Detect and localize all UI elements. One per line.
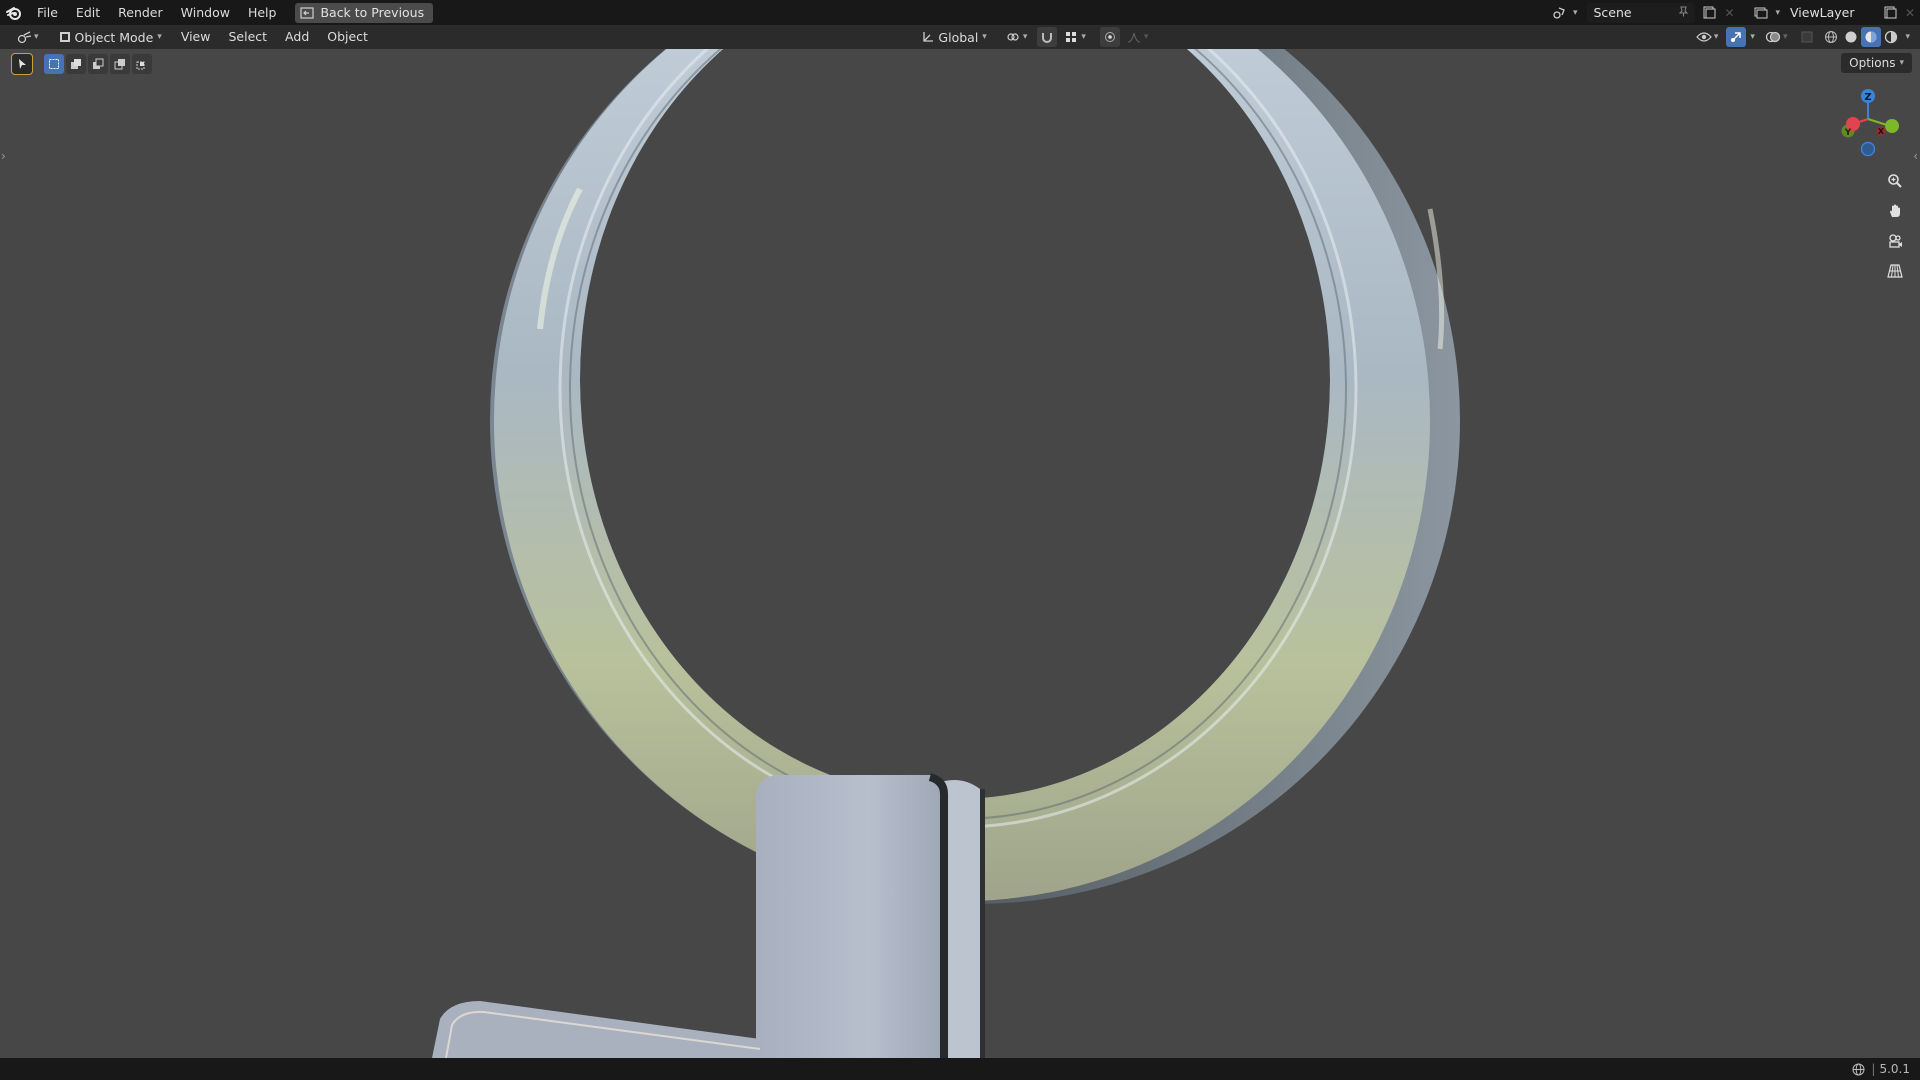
chevron-down-icon: ▾ — [34, 32, 39, 42]
snap-target-dropdown[interactable]: ▾ — [1057, 27, 1090, 47]
chevron-down-icon: ▾ — [1081, 32, 1086, 42]
scene-render — [432, 49, 1460, 1058]
status-divider: | — [1871, 1062, 1876, 1076]
options-dropdown[interactable]: Options ▾ — [1841, 53, 1912, 73]
chevron-down-icon: ▾ — [1143, 32, 1149, 42]
transform-orientation-label: Global — [938, 29, 979, 45]
chevron-down-icon: ▾ — [1899, 58, 1904, 68]
gizmo-dropdown-chevron-icon[interactable]: ▾ — [1750, 32, 1755, 42]
gizmo-x-label: X — [1878, 127, 1885, 136]
menu-add[interactable]: Add — [276, 26, 318, 48]
rendered-shading-icon[interactable] — [1881, 27, 1901, 47]
gizmo-z-label: Z — [1864, 92, 1871, 103]
pivot-point-icon — [1003, 27, 1023, 47]
menu-window[interactable]: Window — [172, 2, 239, 24]
transform-orientation-dropdown[interactable]: Global ▾ — [914, 27, 990, 47]
chevron-down-icon: ▾ — [1713, 32, 1719, 42]
mode-dropdown[interactable]: Object Mode ▾ — [51, 27, 166, 47]
new-view-layer-icon[interactable] — [1880, 3, 1900, 23]
pin-icon[interactable] — [1678, 5, 1689, 20]
back-icon — [300, 6, 315, 19]
top-bar: File Edit Render Window Help Back to Previou… — [0, 0, 1920, 25]
back-to-previous-button[interactable]: Back to Previous — [295, 2, 434, 23]
snap-toggle-icon[interactable] — [1037, 27, 1058, 47]
select-extend-icon — [71, 59, 81, 69]
pan-hand-icon[interactable] — [1882, 198, 1908, 224]
navigation-gizmo[interactable]: Z Y X — [1836, 79, 1906, 159]
options-label: Options — [1849, 56, 1896, 70]
overlays-dropdown-chevron-icon[interactable]: ▾ — [1783, 32, 1788, 42]
globe-icon — [1852, 1063, 1865, 1076]
xray-toggle-icon[interactable] — [1797, 27, 1817, 47]
editor-type-button[interactable]: ▾ — [10, 27, 43, 47]
menu-object[interactable]: Object — [318, 26, 377, 48]
menu-select[interactable]: Select — [219, 26, 276, 48]
menu-view[interactable]: View — [172, 26, 220, 48]
falloff-curve-icon — [1124, 27, 1144, 47]
select-new-mode-button[interactable] — [44, 54, 64, 74]
eye-icon — [1694, 27, 1714, 47]
view-layer-icon — [1751, 3, 1771, 23]
scene-selector-button[interactable]: ▾ — [1545, 3, 1582, 23]
snap-increment-icon — [1061, 27, 1081, 47]
object-mode-icon — [55, 27, 75, 47]
view-layer-name-field[interactable]: ViewLayer — [1784, 2, 1880, 23]
new-scene-icon[interactable] — [1699, 3, 1719, 23]
scene-name-field[interactable]: Scene — [1587, 2, 1696, 23]
chevron-down-icon: ▾ — [1572, 7, 1578, 18]
select-new-icon — [49, 59, 59, 69]
chevron-down-icon: ▾ — [982, 32, 987, 42]
menu-edit[interactable]: Edit — [67, 2, 109, 24]
menu-help[interactable]: Help — [239, 2, 286, 24]
gizmo-y-label: Y — [1844, 128, 1852, 138]
cursor-arrow-icon — [19, 59, 26, 69]
material-preview-shading-icon[interactable] — [1861, 27, 1882, 47]
solid-shading-icon[interactable] — [1841, 27, 1861, 47]
object-visibility-dropdown[interactable]: ▾ — [1690, 27, 1723, 47]
pivot-point-dropdown[interactable]: ▾ — [999, 27, 1032, 47]
menu-file[interactable]: File — [28, 2, 67, 24]
select-subtract-mode-button[interactable] — [88, 54, 108, 74]
selection-mode-toolbar — [11, 53, 152, 75]
chevron-down-icon: ▾ — [1022, 32, 1028, 42]
gizmo-y-handle[interactable] — [1885, 119, 1899, 133]
select-intersect-mode-button[interactable] — [132, 54, 152, 74]
select-subtract-icon — [93, 58, 104, 69]
zoom-icon[interactable] — [1882, 168, 1908, 194]
view-layer-selector-button[interactable]: ▾ — [1747, 3, 1784, 23]
select-tool-button[interactable] — [11, 53, 33, 75]
wireframe-shading-icon[interactable] — [1821, 27, 1841, 47]
transform-orientation-icon — [918, 27, 938, 47]
gizmo-toggle-icon[interactable] — [1726, 27, 1747, 47]
menu-render[interactable]: Render — [109, 2, 172, 24]
viewport-header: ▾ Object Mode ▾ View Select Add Object Glob… — [0, 25, 1920, 49]
close-scene-icon[interactable]: ✕ — [1719, 3, 1739, 23]
3d-viewport[interactable]: › ‹ Z Y X — [0, 49, 1920, 1058]
chevron-down-icon: ▾ — [1775, 7, 1780, 18]
perspective-toggle-icon[interactable] — [1882, 258, 1908, 284]
camera-view-icon[interactable] — [1882, 228, 1908, 254]
select-invert-mode-button[interactable] — [110, 54, 130, 74]
sidebar-expand-chevron-icon[interactable]: ‹ — [1913, 149, 1918, 163]
blender-logo-icon[interactable] — [0, 0, 28, 25]
proportional-editing-icon[interactable] — [1099, 27, 1120, 47]
mode-label: Object Mode — [74, 29, 154, 45]
select-intersect-icon — [136, 61, 145, 70]
select-invert-icon — [114, 59, 125, 70]
view-layer-name: ViewLayer — [1790, 5, 1855, 20]
toolbar-expand-chevron-icon[interactable]: › — [1, 149, 6, 163]
version-label: 5.0.1 — [1879, 1062, 1910, 1076]
chevron-down-icon: ▾ — [157, 32, 162, 42]
close-view-layer-icon[interactable]: ✕ — [1900, 3, 1920, 23]
overlays-toggle-icon[interactable] — [1763, 27, 1783, 47]
select-extend-mode-button[interactable] — [66, 54, 86, 74]
shading-dropdown-chevron-icon[interactable]: ▾ — [1905, 32, 1910, 42]
proportional-falloff-dropdown[interactable]: ▾ — [1120, 27, 1153, 47]
status-bar: | 5.0.1 — [0, 1058, 1920, 1080]
scene-icon — [1549, 3, 1569, 23]
scene-name: Scene — [1593, 5, 1632, 20]
back-to-previous-label: Back to Previous — [320, 5, 425, 20]
3d-viewport-icon — [14, 27, 34, 47]
